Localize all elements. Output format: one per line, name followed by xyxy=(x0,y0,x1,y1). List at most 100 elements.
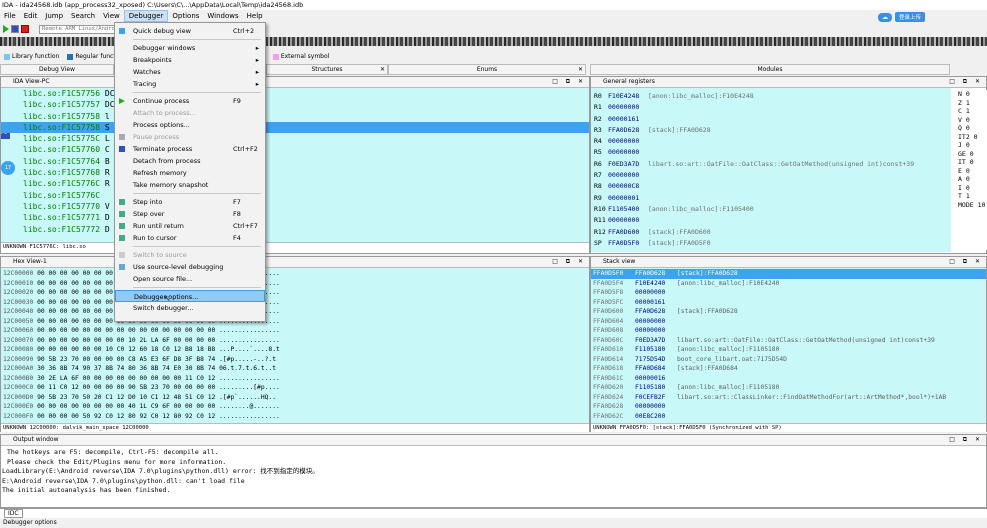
register-row[interactable]: R12 FFA0D600 [stack]:FFA0D600 xyxy=(591,227,951,238)
idc-button[interactable]: IDC xyxy=(4,509,23,518)
tab-enums[interactable]: Enums ✕ xyxy=(388,64,586,75)
code-line[interactable]: libc.so:F1C57771 D xyxy=(1,212,589,223)
menu-item-terminate-process[interactable]: Terminate process Ctrl+F2 xyxy=(115,143,265,155)
menu-options[interactable]: Options xyxy=(168,10,203,22)
tab-structures[interactable]: Structures ✕ xyxy=(266,64,388,75)
menu-item-switch-debugger[interactable]: Switch debugger... xyxy=(115,302,265,314)
flags-list[interactable]: N 0 Z 1 C 1 V 0 Q 0 IT2 0 J 0 GE 0 IT 0 … xyxy=(954,90,987,250)
flag-row[interactable]: IT 0 xyxy=(958,158,987,167)
stack-row[interactable]: FFA0D5FC 00000161 xyxy=(591,298,986,308)
tab-debug-view[interactable]: Debug View xyxy=(0,64,114,75)
window-controls-icon[interactable]: □ ⧉ ✕ xyxy=(552,77,586,87)
window-controls-icon[interactable]: □ ⧉ ✕ xyxy=(949,435,983,445)
start-debug-icon[interactable] xyxy=(3,25,9,33)
hex-row[interactable]: 12C00010 00 00 00 00 00 00 00 00 00 00 0… xyxy=(1,279,589,289)
register-row[interactable]: R3 FFA0D628 [stack]:FFA0D628 xyxy=(591,125,951,136)
flag-row[interactable]: MODE 10 xyxy=(958,201,987,210)
flag-row[interactable]: E 0 xyxy=(958,167,987,176)
code-line[interactable]: libc.so:F1C57756 DCB 0 xyxy=(1,88,589,99)
hex-row[interactable]: 12C00020 00 00 00 00 00 00 00 00 00 00 0… xyxy=(1,288,589,298)
menu-item-detach-from-process[interactable]: Detach from process xyxy=(115,155,265,167)
hex-row[interactable]: 12C000E0 00 00 00 00 00 00 00 00 40 1L C… xyxy=(1,402,589,412)
menu-debugger[interactable]: Debugger xyxy=(123,10,169,22)
flag-row[interactable]: J 0 xyxy=(958,141,987,150)
register-row[interactable]: SP FFA0D5F0 [stack]:FFA0D5F0 xyxy=(591,238,951,249)
menu-item-switch-to-source[interactable]: Switch to source xyxy=(115,249,265,261)
menu-view[interactable]: View xyxy=(99,10,124,22)
hex-row[interactable]: 12C00080 00 00 00 00 00 00 10 C0 12 60 1… xyxy=(1,345,589,355)
register-row[interactable]: R4 00000000 xyxy=(591,136,951,147)
stack-row[interactable]: FFA0D628 00000000 xyxy=(591,402,986,412)
hex-row[interactable]: 12C000A0 30 36 8B 74 90 37 8B 74 80 36 8… xyxy=(1,364,589,374)
menu-item-open-source-file[interactable]: Open source file... xyxy=(115,273,265,285)
code-line[interactable]: libc.so:F1C57770 V xyxy=(1,201,589,212)
flag-row[interactable]: T 1 xyxy=(958,192,987,201)
hex-row[interactable]: 12C00000 00 00 00 00 00 00 00 00 00 00 0… xyxy=(1,269,589,279)
stop-icon[interactable] xyxy=(21,25,29,33)
menu-file[interactable]: File xyxy=(0,10,20,22)
code-line[interactable]: libc.so:F1C57764 B xyxy=(1,156,589,167)
stack-row[interactable]: FFA0D5F4 F10E4240 [anon:libc_malloc]:F10E4… xyxy=(591,279,986,289)
stack-row[interactable]: FFA0D614 7175D54D boot_core_libart.oat:717… xyxy=(591,355,986,365)
stack-row[interactable]: FFA0D604 00000000 xyxy=(591,317,986,327)
menu-item-step-into[interactable]: Step into F7 xyxy=(115,196,265,208)
hex-row[interactable]: 12C00050 00 00 00 00 00 00 00 00 00 00 0… xyxy=(1,317,589,327)
menu-help[interactable]: Help xyxy=(243,10,267,22)
menu-item-pause-process[interactable]: Pause process xyxy=(115,131,265,143)
menu-item-tracing[interactable]: Tracing ▸ xyxy=(115,78,265,90)
menu-windows[interactable]: Windows xyxy=(203,10,242,22)
menu-item-step-over[interactable]: Step over F8 xyxy=(115,208,265,220)
stack-listing[interactable]: FFA0D5F0 FFA0D628 [stack]:FFA0D628 FFA0D5F… xyxy=(591,268,986,423)
menu-jump[interactable]: Jump xyxy=(41,10,67,22)
flag-row[interactable]: Z 1 xyxy=(958,99,987,108)
menu-item-take-memory-snapshot[interactable]: Take memory snapshot xyxy=(115,179,265,191)
hex-row[interactable]: 12C000B0 30 2E LA 6F 00 00 00 00 00 00 0… xyxy=(1,374,589,384)
register-row[interactable]: R5 00000000 xyxy=(591,147,951,158)
flag-row[interactable]: I 0 xyxy=(958,184,987,193)
menu-item-use-source-level-debugging[interactable]: Use source-level debugging xyxy=(115,261,265,273)
stack-row[interactable]: FFA0D60C F0ED3A7D libart.so:art::OatFile::… xyxy=(591,336,986,346)
register-row[interactable]: R0 F10E4248 [anon:libc_malloc]:F10E4248 xyxy=(591,91,951,102)
menu-item-run-to-cursor[interactable]: Run to cursor F4 xyxy=(115,232,265,244)
close-icon[interactable]: ✕ xyxy=(578,65,583,74)
window-controls-icon[interactable]: □ ⧉ ✕ xyxy=(949,77,983,87)
hex-row[interactable]: 12C00070 00 00 00 00 00 00 00 00 10 2L L… xyxy=(1,336,589,346)
menu-edit[interactable]: Edit xyxy=(20,10,42,22)
menu-item-process-options[interactable]: Process options... xyxy=(115,119,265,131)
hex-row[interactable]: 12C00090 90 5B 23 70 00 00 00 00 C8 A5 E… xyxy=(1,355,589,365)
menu-item-quick-debug-view[interactable]: Quick debug view Ctrl+2 xyxy=(115,25,265,37)
register-row[interactable]: R1 00000000 xyxy=(591,102,951,113)
stack-row[interactable]: FFA0D5F8 00000000 xyxy=(591,288,986,298)
hex-row[interactable]: 12C000F0 00 00 00 00 50 92 C0 12 80 92 C… xyxy=(1,412,589,422)
stack-row-selected[interactable]: FFA0D5F0 FFA0D628 [stack]:FFA0D628 xyxy=(591,269,986,279)
tab-modules[interactable]: Modules xyxy=(590,64,950,75)
code-line[interactable]: libc.so:F1C57772 D xyxy=(1,224,589,235)
window-controls-icon[interactable]: □ ⧉ ✕ xyxy=(552,257,586,267)
register-row[interactable]: R11 00000000 xyxy=(591,215,951,226)
menu-item-watches[interactable]: Watches ▸ xyxy=(115,66,265,78)
hex-row[interactable]: 12C000C0 00 11 C0 12 00 00 00 00 90 5B 2… xyxy=(1,383,589,393)
menu-item-attach-to-process[interactable]: Attach to process... xyxy=(115,107,265,119)
code-line[interactable]: libc.so:F1C5776C xyxy=(1,190,589,201)
flag-row[interactable]: C 1 xyxy=(958,107,987,116)
code-line[interactable]: libc.so:F1C57757 DCB xyxy=(1,99,589,110)
hex-listing[interactable]: 12C00000 00 00 00 00 00 00 00 00 00 00 0… xyxy=(1,268,589,423)
stack-row[interactable]: FFA0D618 FFA0D684 [stack]:FFA0D684 xyxy=(591,364,986,374)
debugger-select[interactable]: Remote ARM Linux/Android debugger xyxy=(39,24,115,34)
code-line[interactable]: libc.so:F1C57760 C xyxy=(1,144,589,155)
registers-list[interactable]: R0 F10E4248 [anon:libc_malloc]:F10E4248 R1… xyxy=(591,88,951,252)
stack-row[interactable]: FFA0D62C 00E8C200 xyxy=(591,412,986,422)
register-row[interactable]: R7 00000000 xyxy=(591,170,951,181)
register-row[interactable]: R9 00000001 xyxy=(591,193,951,204)
menu-item-breakpoints[interactable]: Breakpoints ▸ xyxy=(115,54,265,66)
code-line[interactable]: libc.so:F1C5776C R xyxy=(1,178,589,189)
hex-row[interactable]: 12C00060 00 00 00 00 00 00 00 00 00 00 0… xyxy=(1,326,589,336)
window-controls-icon[interactable]: □ ⧉ ✕ xyxy=(949,257,983,267)
code-line[interactable]: libc.so:F1C57768 R xyxy=(1,167,589,178)
close-icon[interactable]: ✕ xyxy=(380,65,385,74)
code-line-selected[interactable]: libc.so:F1C57758 S xyxy=(1,121,589,134)
stack-row[interactable]: FFA0D620 F1105180 [anon:libc_malloc]:F1105… xyxy=(591,383,986,393)
register-row[interactable]: R6 F0ED3A7D libart.so:art::OatFile::OatCla… xyxy=(591,159,951,170)
stack-row[interactable]: FFA0D608 00000000 xyxy=(591,326,986,336)
register-row[interactable]: R2 00000161 xyxy=(591,114,951,125)
